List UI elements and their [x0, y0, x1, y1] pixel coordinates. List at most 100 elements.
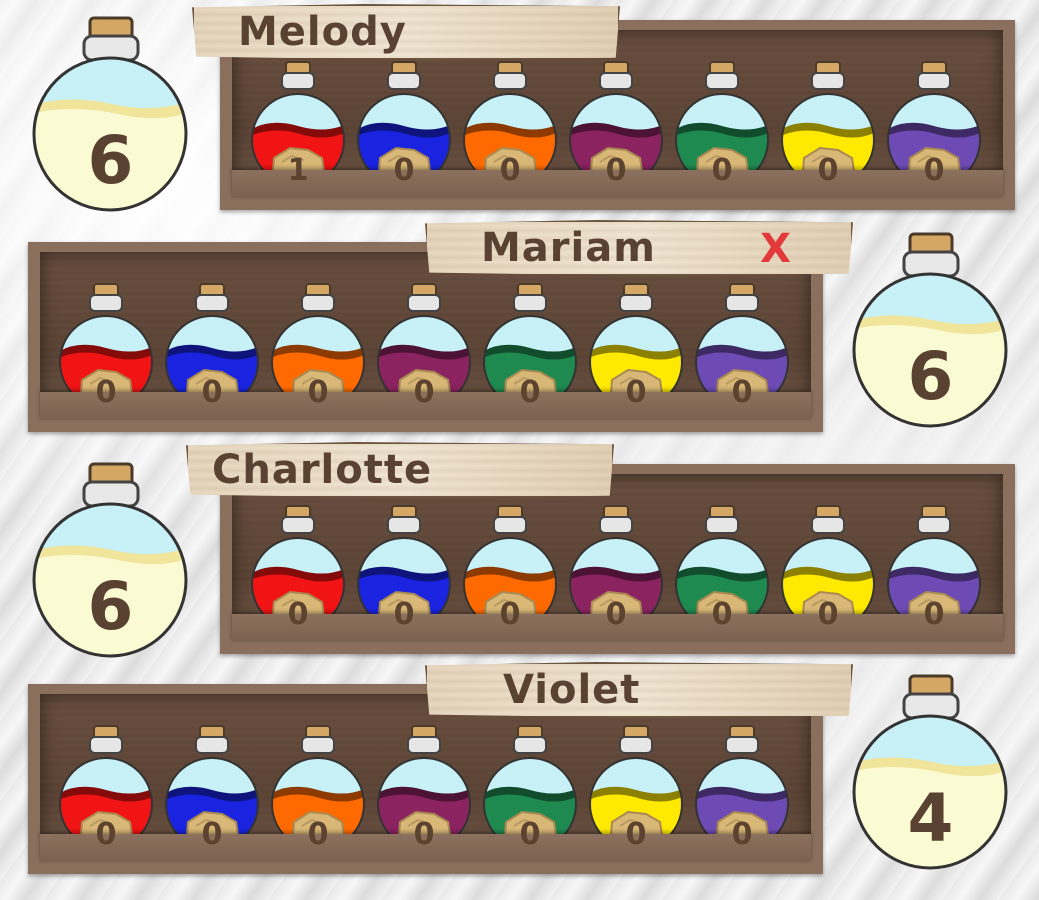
potion-bottle[interactable]: 0: [376, 724, 472, 864]
potion-bottle[interactable]: 0: [886, 504, 982, 644]
potion-count-stone: 0: [712, 366, 772, 418]
potion-count-stone: 0: [480, 144, 540, 196]
potion-bottle[interactable]: 0: [886, 60, 982, 200]
potion-count-stone: 0: [288, 366, 348, 418]
potion-count: 0: [625, 816, 647, 852]
potion-count: 0: [95, 816, 117, 852]
potion-count: 0: [817, 152, 839, 188]
potion-bottle[interactable]: 0: [694, 724, 790, 864]
player-row-charlotte: 6 0 0 0 0 0 0 0 Charlotte: [0, 440, 1039, 660]
player-name: Mariam: [481, 225, 656, 271]
potion-count: 0: [307, 374, 329, 410]
potion-count: 0: [711, 596, 733, 632]
potion-count-stone: 0: [606, 366, 666, 418]
score-potion: 6: [28, 460, 193, 660]
potion-count-stone: 0: [904, 588, 964, 640]
player-row-mariam: 0 0 0 0 0 0 0 Mariam X 6: [0, 220, 1039, 440]
potion-count-stone: 0: [904, 144, 964, 196]
score-value: 6: [907, 338, 954, 415]
potion-count: 0: [393, 152, 415, 188]
potion-count-stone: 0: [374, 144, 434, 196]
potion-bottle[interactable]: 0: [674, 504, 770, 644]
potion-count: 0: [923, 152, 945, 188]
score-value: 4: [907, 780, 954, 857]
potion-count-stone: 0: [692, 144, 752, 196]
potion-count-stone: 0: [586, 588, 646, 640]
potion-bottle[interactable]: 0: [58, 282, 154, 422]
potion-count: 0: [731, 816, 753, 852]
potion-count: 0: [605, 596, 627, 632]
potion-count: 0: [817, 596, 839, 632]
potion-count-stone: 0: [480, 588, 540, 640]
potion-bottle[interactable]: 0: [694, 282, 790, 422]
player-nameplate: Mariam X: [425, 220, 853, 276]
potion-count: 1: [287, 152, 309, 188]
potion-count-stone: 0: [500, 808, 560, 860]
potion-count-stone: 0: [76, 808, 136, 860]
potion-bottle[interactable]: 0: [674, 60, 770, 200]
player-name: Charlotte: [212, 447, 433, 493]
potion-count: 0: [625, 374, 647, 410]
turn-mark: X: [760, 226, 791, 272]
potion-count-stone: 0: [182, 366, 242, 418]
score-value: 6: [87, 122, 134, 199]
potion-count: 0: [711, 152, 733, 188]
score-value: 6: [87, 568, 134, 645]
potion-bottle[interactable]: 0: [164, 724, 260, 864]
potion-bottle[interactable]: 0: [482, 282, 578, 422]
potion-count-stone: 0: [798, 588, 858, 640]
potion-bottle[interactable]: 0: [164, 282, 260, 422]
potion-count: 0: [731, 374, 753, 410]
potion-count: 0: [519, 374, 541, 410]
potion-bottle[interactable]: 0: [376, 282, 472, 422]
player-nameplate: Violet: [425, 662, 853, 718]
player-name: Violet: [503, 667, 641, 713]
potion-count: 0: [519, 816, 541, 852]
potion-bottle[interactable]: 0: [462, 504, 558, 644]
player-row-violet: 0 0 0 0 0 0 0 Violet 4: [0, 662, 1039, 882]
player-nameplate: Melody: [192, 4, 620, 60]
potion-count: 0: [201, 374, 223, 410]
potion-count: 0: [413, 374, 435, 410]
potion-count-stone: 0: [288, 808, 348, 860]
potion-bottle[interactable]: 0: [58, 724, 154, 864]
potion-count: 0: [499, 596, 521, 632]
potion-bottle[interactable]: 0: [588, 282, 684, 422]
potion-count-stone: 0: [76, 366, 136, 418]
potion-count: 0: [201, 816, 223, 852]
score-potion: 4: [848, 672, 1013, 872]
potion-bottle[interactable]: 0: [270, 724, 366, 864]
potion-bottle[interactable]: 0: [462, 60, 558, 200]
potion-count-stone: 0: [394, 366, 454, 418]
potion-count: 0: [287, 596, 309, 632]
score-potion: 6: [848, 230, 1013, 430]
potion-bottle[interactable]: 0: [780, 60, 876, 200]
potion-count: 0: [605, 152, 627, 188]
potion-bottle[interactable]: 0: [568, 60, 664, 200]
potion-count-stone: 0: [692, 588, 752, 640]
player-row-melody: 6 1 0 0 0 0 0 0 Melody: [0, 0, 1039, 220]
potion-count-stone: 1: [268, 144, 328, 196]
potion-bottle[interactable]: 0: [356, 504, 452, 644]
player-name: Melody: [238, 9, 407, 55]
potion-bottle[interactable]: 0: [780, 504, 876, 644]
potion-bottle[interactable]: 0: [568, 504, 664, 644]
potion-count: 0: [393, 596, 415, 632]
potion-count: 0: [413, 816, 435, 852]
potion-bottle[interactable]: 0: [270, 282, 366, 422]
potion-count-stone: 0: [268, 588, 328, 640]
potion-count-stone: 0: [374, 588, 434, 640]
player-nameplate: Charlotte: [186, 442, 614, 498]
potion-count: 0: [307, 816, 329, 852]
potion-count-stone: 0: [394, 808, 454, 860]
potion-bottle[interactable]: 0: [482, 724, 578, 864]
potion-count-stone: 0: [500, 366, 560, 418]
potion-bottle[interactable]: 0: [356, 60, 452, 200]
potion-count-stone: 0: [712, 808, 772, 860]
potion-count: 0: [923, 596, 945, 632]
potion-bottle[interactable]: 0: [250, 504, 346, 644]
potion-bottle[interactable]: 0: [588, 724, 684, 864]
potion-count: 0: [499, 152, 521, 188]
potion-bottle[interactable]: 1: [250, 60, 346, 200]
potion-count-stone: 0: [798, 144, 858, 196]
